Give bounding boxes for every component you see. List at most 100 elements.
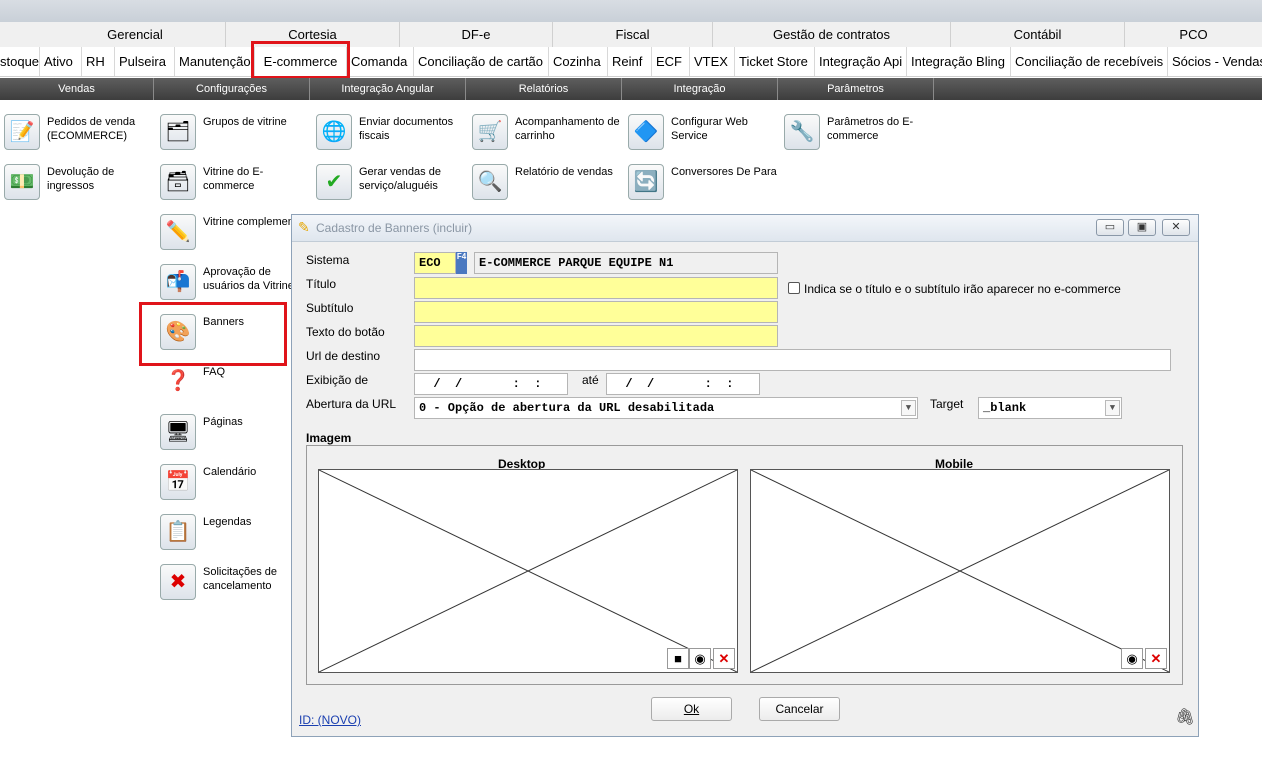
menu-item-gerar-vendas[interactable]: ✔ Gerar vendas de serviço/aluguéis	[316, 164, 466, 212]
label-texto-botao: Texto do botão	[306, 325, 385, 339]
abertura-url-select[interactable]: 0 - Opção de abertura da URL desabilitad…	[414, 397, 918, 419]
menu-item-grupos-vitrine[interactable]: 🗂 Grupos de vitrine	[160, 114, 310, 162]
menu-item-relatorio-vendas[interactable]: 🔍 Relatório de vendas	[472, 164, 622, 212]
date-from-input[interactable]: / / : :	[414, 373, 568, 395]
texto-botao-input[interactable]	[414, 325, 778, 347]
target-value: _blank	[983, 401, 1027, 415]
cart-icon: 🛒	[472, 114, 508, 150]
order-form-icon: 📝	[4, 114, 40, 150]
banner-dialog: ✎ Cadastro de Banners (incluir) ▭ ▣ ✕ Si…	[291, 214, 1199, 737]
module-tab-ativo[interactable]: Ativo	[40, 47, 82, 76]
menu-item-acompanhamento-carrinho[interactable]: 🛒 Acompanhamento de carrinho	[472, 114, 622, 162]
sistema-code-field[interactable]: ECO	[414, 252, 456, 274]
menu-item-pedidos-venda[interactable]: 📝 Pedidos de venda (ECOMMERCE)	[4, 114, 154, 162]
show-title-checkbox[interactable]	[788, 282, 800, 294]
module-tab-ticket-store[interactable]: Ticket Store	[735, 47, 815, 76]
mobile-image-placeholder[interactable]: ◉ ✕	[750, 469, 1170, 673]
abertura-url-value: 0 - Opção de abertura da URL desabilitad…	[419, 401, 715, 415]
menu-item-conversores[interactable]: 🔄 Conversores De Para	[628, 164, 778, 212]
mailbox-icon: 📬	[160, 264, 196, 300]
top-menu-contabil[interactable]: Contábil	[951, 22, 1125, 47]
module-tab-estoque[interactable]: stoque	[0, 47, 40, 76]
menu-item-solicitacoes-cancelamento[interactable]: ✖ Solicitações de cancelamento	[160, 564, 310, 612]
top-menu-gerencial[interactable]: Gerencial	[45, 22, 226, 47]
showcase-edit-icon: ✏️	[160, 214, 196, 250]
video-camera-icon[interactable]: ■	[667, 648, 689, 669]
label-abertura-url: Abertura da URL	[306, 397, 397, 411]
dialog-title-bar[interactable]: ✎ Cadastro de Banners (incluir) ▭ ▣ ✕	[292, 215, 1198, 242]
subtitulo-input[interactable]	[414, 301, 778, 323]
top-menu-dfe[interactable]: DF-e	[400, 22, 553, 47]
label-imagem: Imagem	[306, 431, 352, 445]
chevron-down-icon[interactable]: ▼	[901, 400, 916, 416]
checkbox-label: Indica se o título e o subtítulo irão ap…	[804, 282, 1121, 296]
id-link[interactable]: ID: (NOVO)	[299, 713, 361, 727]
camera-icon[interactable]: ◉	[689, 648, 711, 669]
minimize-icon[interactable]: ▭	[1096, 219, 1124, 236]
highlight-banners-item	[139, 302, 287, 366]
menu-item-vitrine-complementar[interactable]: ✏️ Vitrine complementar	[160, 214, 310, 262]
placeholder-cross	[319, 470, 737, 672]
menu-item-faq[interactable]: ❓ FAQ	[160, 364, 310, 412]
titulo-input[interactable]	[414, 277, 778, 299]
section-vendas: Vendas	[0, 78, 154, 100]
desktop-image-placeholder[interactable]: ■ ◉ ✕	[318, 469, 738, 673]
convert-icon: 🔄	[628, 164, 664, 200]
chevron-down-icon[interactable]: ▼	[1105, 400, 1120, 416]
label-ate: até	[582, 373, 599, 387]
remove-x-icon[interactable]: ✕	[713, 648, 735, 669]
module-tab-comanda[interactable]: Comanda	[347, 47, 414, 76]
module-tab-conciliacao-cartao[interactable]: Conciliação de cartão	[414, 47, 549, 76]
ok-button[interactable]: Ok	[651, 697, 732, 721]
label-target: Target	[930, 397, 964, 411]
close-icon[interactable]: ✕	[1162, 219, 1190, 236]
section-relatorios: Relatórios	[466, 78, 622, 100]
module-tab-ecf[interactable]: ECF	[652, 47, 690, 76]
showcase-group-icon: 🗂	[160, 114, 196, 150]
module-tab-vtex[interactable]: VTEX	[690, 47, 735, 76]
top-menu-bar: Gerencial Cortesia DF-e Fiscal Gestão de…	[0, 22, 1262, 48]
send-documents-icon: 🌐	[316, 114, 352, 150]
target-select[interactable]: _blank ▼	[978, 397, 1122, 419]
module-tab-integracao-api[interactable]: Integração Api	[815, 47, 907, 76]
menu-item-calendario[interactable]: 📅 Calendário	[160, 464, 310, 512]
module-tabs: stoque Ativo RH Pulseira Manutenção E-co…	[0, 47, 1262, 77]
maximize-icon[interactable]: ▣	[1128, 219, 1156, 236]
cancel-button[interactable]: Cancelar	[759, 697, 840, 721]
module-tab-reinf[interactable]: Reinf	[608, 47, 652, 76]
menu-item-vitrine-ecommerce[interactable]: 🗃 Vitrine do E-commerce	[160, 164, 310, 212]
module-tab-manutencao[interactable]: Manutenção	[175, 47, 255, 76]
f4-label: F4	[456, 252, 467, 261]
section-parametros: Parâmetros	[778, 78, 934, 100]
showcase-icon: 🗃	[160, 164, 196, 200]
ticket-refund-icon: 💵	[4, 164, 40, 200]
label-url-destino: Url de destino	[306, 349, 381, 363]
f4-lookup-button[interactable]: F4	[456, 252, 467, 274]
section-integracao-angular: Integração Angular	[310, 78, 466, 100]
camera-icon[interactable]: ◉	[1121, 648, 1143, 669]
remove-x-icon[interactable]: ✕	[1145, 648, 1167, 669]
top-menu-gestao-contratos[interactable]: Gestão de contratos	[713, 22, 951, 47]
module-tab-rh[interactable]: RH	[82, 47, 115, 76]
legend-icon: 📋	[160, 514, 196, 550]
top-menu-pco[interactable]: PCO	[1125, 22, 1262, 47]
monitor-icon: 🖥	[160, 414, 196, 450]
module-tab-socios-vendas[interactable]: Sócios - Vendas	[1168, 47, 1262, 76]
label-exibicao: Exibição de	[306, 373, 369, 387]
menu-item-devolucao-ingressos[interactable]: 💵 Devolução de ingressos	[4, 164, 154, 212]
menu-item-paginas[interactable]: 🖥 Páginas	[160, 414, 310, 462]
label-titulo: Título	[306, 277, 337, 291]
date-to-input[interactable]: / / : :	[606, 373, 760, 395]
url-destino-input[interactable]	[414, 349, 1171, 371]
module-tab-integracao-bling[interactable]: Integração Bling	[907, 47, 1011, 76]
menu-item-parametros-ecommerce[interactable]: 🔧 Parâmetros do E-commerce	[784, 114, 934, 162]
module-tab-pulseira[interactable]: Pulseira	[115, 47, 175, 76]
paperclip-icon[interactable]: 🖇	[1175, 707, 1195, 727]
menu-item-configurar-web-service[interactable]: 🔷 Configurar Web Service	[628, 114, 778, 162]
menu-item-legendas[interactable]: 📋 Legendas	[160, 514, 310, 562]
module-tab-cozinha[interactable]: Cozinha	[549, 47, 608, 76]
tools-icon: 🔧	[784, 114, 820, 150]
top-menu-fiscal[interactable]: Fiscal	[553, 22, 713, 47]
menu-item-enviar-documentos[interactable]: 🌐 Enviar documentos fiscais	[316, 114, 466, 162]
module-tab-conciliacao-recebiveis[interactable]: Conciliação de recebíveis	[1011, 47, 1168, 76]
